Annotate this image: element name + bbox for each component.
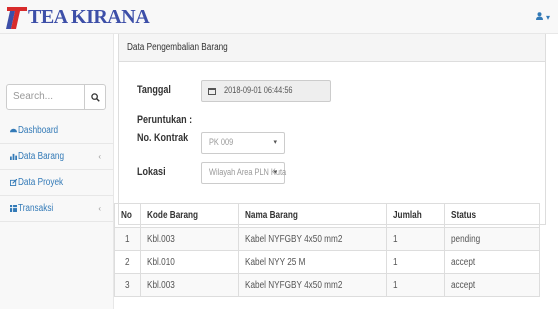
table-row: 1 Kbl.003 Kabel NYFGBY 4x50 mm2 1 pendin… [113, 227, 540, 251]
cell-no: 3 [124, 279, 130, 291]
header-kode-barang: Kode Barang [147, 210, 199, 221]
no-kontrak-label: No. Kontrak [137, 132, 189, 144]
dashboard-icon [10, 128, 17, 133]
table-row: 2 Kbl.010 Kabel NYY 25 M 1 accept [113, 250, 540, 274]
user-icon [535, 12, 543, 20]
chevron-down-icon: ▾ [273, 169, 277, 176]
sidebar-item-data-barang[interactable]: Data Barang ‹ [0, 145, 113, 170]
cell-jumlah: 1 [393, 279, 398, 291]
tanggal-label: Tanggal [137, 84, 171, 96]
return-form-panel: Data Pengembalian Barang Tanggal 2018-09… [118, 34, 546, 225]
no-kontrak-select[interactable]: PK 009 ▾ [201, 132, 285, 154]
cell-jumlah: 1 [393, 256, 398, 268]
cell-status: accept [451, 256, 476, 268]
sidebar-search [6, 84, 106, 110]
chevron-down-icon: ▾ [545, 13, 550, 22]
sidebar-item-label: Dashboard [18, 125, 59, 136]
header-no: No [121, 210, 132, 221]
table-row: 3 Kbl.003 Kabel NYFGBY 4x50 mm2 1 accept [113, 273, 540, 297]
lokasi-label: Lokasi [137, 166, 166, 178]
user-menu-toggle[interactable]: ▾ [535, 11, 550, 23]
cell-no: 2 [124, 256, 130, 268]
sidebar-item-dashboard[interactable]: Dashboard [0, 119, 113, 144]
search-icon [90, 92, 100, 102]
peruntukan-label: Peruntukan : [137, 114, 193, 126]
sidebar-item-transaksi[interactable]: Transaksi ‹ [0, 197, 113, 222]
items-table: No Kode Barang Nama Barang Jumlah Status… [113, 203, 540, 297]
table-header-row: No Kode Barang Nama Barang Jumlah Status [113, 203, 540, 228]
lokasi-select[interactable]: Wilayah Area PLN Kuta ▾ [201, 162, 286, 184]
bar-chart-icon [10, 153, 17, 160]
sidebar-item-data-proyek[interactable]: Data Proyek [0, 171, 113, 196]
panel-heading: Data Pengembalian Barang [119, 34, 545, 62]
cell-status: accept [451, 279, 476, 291]
tanggal-value: 2018-09-01 06:44:56 [224, 85, 293, 95]
cell-kode: Kbl.003 [147, 279, 176, 291]
table-icon [10, 205, 17, 212]
cell-status: pending [451, 233, 481, 245]
search-input[interactable] [7, 85, 89, 107]
brand-name: TEA KIRANA [28, 5, 150, 28]
cell-kode: Kbl.003 [147, 233, 176, 245]
logo-mark-icon [6, 7, 27, 29]
page-title: Data Pengembalian Barang [127, 42, 228, 53]
header-nama-barang: Nama Barang [245, 210, 299, 221]
cell-no: 1 [124, 233, 130, 245]
cell-nama: Kabel NYY 25 M [245, 256, 306, 268]
edit-icon [10, 179, 17, 186]
cell-kode: Kbl.010 [147, 256, 176, 268]
brand-logo[interactable]: TEA KIRANA [6, 4, 150, 30]
header-status: Status [451, 210, 477, 221]
sidebar-item-label: Transaksi [18, 203, 54, 214]
sidebar-item-label: Data Barang [18, 151, 65, 162]
chevron-left-icon: ‹ [98, 204, 101, 213]
header-jumlah: Jumlah [393, 210, 423, 221]
search-button[interactable] [84, 85, 105, 109]
cell-nama: Kabel NYFGBY 4x50 mm2 [245, 233, 343, 245]
chevron-down-icon: ▾ [273, 139, 277, 146]
sidebar-item-label: Data Proyek [18, 177, 64, 188]
cell-jumlah: 1 [393, 233, 398, 245]
chevron-left-icon: ‹ [98, 152, 101, 161]
no-kontrak-value: PK 009 [209, 137, 234, 147]
cell-nama: Kabel NYFGBY 4x50 mm2 [245, 279, 343, 291]
calendar-icon [208, 88, 216, 95]
tanggal-field[interactable]: 2018-09-01 06:44:56 [201, 80, 331, 102]
top-navbar: TEA KIRANA ▾ [0, 0, 558, 34]
